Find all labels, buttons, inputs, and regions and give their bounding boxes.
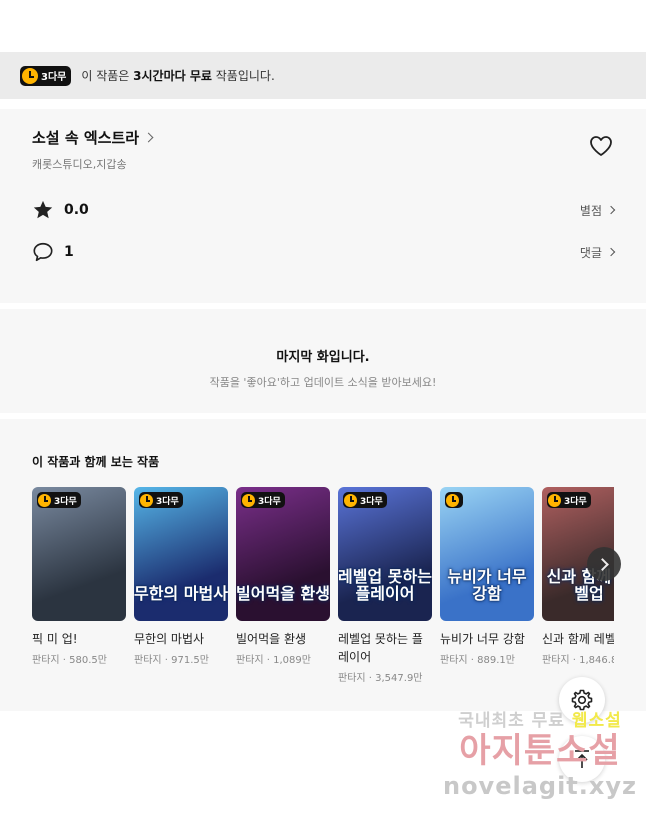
three-hour-free-badge: 3다무 [37,492,81,508]
last-episode-subtitle: 작품을 '좋아요'하고 업데이트 소식을 받아보세요! [209,376,437,389]
clock-icon [22,67,38,84]
three-hour-free-badge: 3다무 [139,492,183,508]
star-icon [33,200,53,219]
recommendation-item[interactable]: 3다무 빌어먹을 환생 빌어먹을 환생 판타지 · 1,089만 [236,487,330,684]
recommendation-title: 뉴비가 너무 강함 [440,632,525,646]
notice-text: 이 작품은 3시간마다 무료 작품입니다. [81,69,275,83]
cover-image: 3다무무한의 마법사 [134,487,228,621]
recommendation-meta: 판타지 · 889.1만 [440,655,515,666]
site-watermark: 국내최초 무료 웹소설 아지툰소설 novelagit.xyz [442,711,637,800]
rating-row: 0.0 별점 [32,189,616,231]
recommendation-heading: 이 작품과 함께 보는 작품 [32,455,160,469]
recommendation-item[interactable]: 3다무 레벨업 못하는 플레이어 레벨업 못하는 플레이어 판타지 · 3,547.9… [338,487,432,684]
settings-button[interactable] [559,677,605,723]
rating-link[interactable]: 별점 [580,202,616,219]
recommendation-title: 무한의 마법사 [134,632,205,646]
recommendation-item[interactable]: 3다무 무한의 마법사 무한의 마법사 판타지 · 971.5만 [134,487,228,684]
cover-image: 뉴비가 너무 강함 [440,487,534,621]
recommendation-section: 이 작품과 함께 보는 작품 3다무픽 미 업! 판타지 · 580.5만 3다무무… [0,419,646,711]
three-hour-free-badge: 3다무 [343,492,387,508]
chevron-right-icon [606,205,616,215]
recommendation-title: 신과 함께 레벨 [542,632,614,646]
last-episode-card: 마지막 화입니다. 작품을 '좋아요'하고 업데이트 소식을 받아보세요! [0,309,646,413]
clock-icon [446,493,459,507]
recommendation-list: 3다무 픽 미 업! 판타지 · 580.5만 3다무 무한의 마법사 무한의 마법사 판타… [32,487,614,684]
clock-icon [344,493,357,507]
work-info-card: 소설 속 엑스트라 캐롯스튜디오,지갑송 0.0 별점 1 댓글 [0,109,646,303]
recommendation-meta: 판타지 · 3,547.9만 [338,673,423,684]
recommendation-item[interactable]: 3다무신과 함께 레벨업신과 함께 레벨판타지 · 1,846.8 [542,487,614,684]
recommendation-meta: 판타지 · 580.5만 [32,655,107,666]
last-episode-title: 마지막 화입니다. [276,350,370,365]
chevron-right-icon [606,247,616,257]
chevron-right-icon [143,132,154,143]
three-hour-free-badge [445,492,463,508]
clock-icon [140,493,153,507]
clock-icon [242,493,255,507]
arrow-up-icon [575,750,589,768]
recommendation-meta: 판타지 · 1,089만 [236,655,311,666]
cover-title-art: 레벨업 못하는 플레이어 [338,566,432,604]
cover-title-art: 빌어먹을 환생 [236,584,330,604]
cover-title-art: 무한의 마법사 [134,584,228,604]
work-title: 소설 속 엑스트라 [32,129,140,147]
scroll-top-button[interactable] [559,736,605,782]
recommendation-item[interactable]: 뉴비가 너무 강함 뉴비가 너무 강함 판타지 · 889.1만 [440,487,534,684]
clock-icon [38,493,51,507]
recommendation-item[interactable]: 3다무픽 미 업! 판타지 · 580.5만 [32,487,126,684]
three-hour-free-badge: 3다무 [547,492,591,508]
recommendation-meta: 판타지 · 971.5만 [134,655,209,666]
badge-label: 3다무 [258,496,281,507]
recommendation-meta: 판타지 · 1,846.8 [542,655,614,666]
heart-icon[interactable] [589,135,613,157]
work-title-link[interactable]: 소설 속 엑스트라 [32,109,614,148]
badge-label: 3다무 [564,496,587,507]
badge-label: 3다무 [41,72,67,83]
three-hour-free-badge: 3다무 [241,492,285,508]
recommendation-title: 픽 미 업! [32,632,78,646]
comment-count: 1 [64,244,74,260]
carousel-next-button[interactable] [587,547,621,581]
comment-icon [33,242,53,262]
free-notice-bar: 3다무 이 작품은 3시간마다 무료 작품입니다. [0,52,646,99]
cover-image: 3다무빌어먹을 환생 [236,487,330,621]
cover-image: 3다무레벨업 못하는 플레이어 [338,487,432,621]
chevron-right-icon [595,557,609,571]
cover-image: 3다무 [32,487,126,621]
badge-label: 3다무 [156,496,179,507]
badge-label: 3다무 [360,496,383,507]
rating-value: 0.0 [64,202,89,218]
recommendation-title: 빌어먹을 환생 [236,632,307,646]
comment-link[interactable]: 댓글 [580,244,616,261]
cover-title-art: 뉴비가 너무 강함 [447,566,527,604]
top-spacer [0,0,646,52]
three-hour-free-badge: 3다무 [20,65,72,86]
comment-row: 1 댓글 [32,231,616,273]
clock-icon [548,493,561,507]
gear-icon [571,689,593,711]
work-author: 캐롯스튜디오,지갑송 [32,158,127,171]
badge-label: 3다무 [54,496,77,507]
recommendation-title: 레벨업 못하는 플레이어 [338,632,423,664]
